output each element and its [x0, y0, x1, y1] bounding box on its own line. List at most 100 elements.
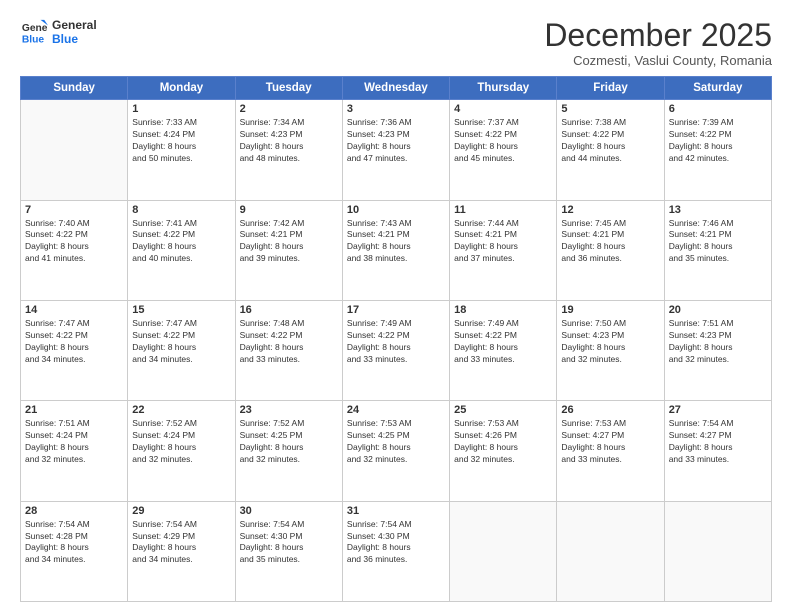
calendar-cell: 28Sunrise: 7:54 AM Sunset: 4:28 PM Dayli… — [21, 501, 128, 601]
calendar-cell: 14Sunrise: 7:47 AM Sunset: 4:22 PM Dayli… — [21, 300, 128, 400]
calendar-cell: 24Sunrise: 7:53 AM Sunset: 4:25 PM Dayli… — [342, 401, 449, 501]
day-info: Sunrise: 7:51 AM Sunset: 4:24 PM Dayligh… — [25, 418, 123, 466]
day-info: Sunrise: 7:52 AM Sunset: 4:25 PM Dayligh… — [240, 418, 338, 466]
calendar-cell: 13 Sunrise: 7:46 AM Sunset: 4:21 PM Dayli… — [664, 200, 771, 300]
calendar-cell: 15Sunrise: 7:47 AM Sunset: 4:22 PM Dayli… — [128, 300, 235, 400]
header-thursday: Thursday — [450, 77, 557, 100]
day-info: Sunrise: 7:33 AM Sunset: 4:24 PM Dayligh… — [132, 117, 230, 165]
calendar-cell: 21Sunrise: 7:51 AM Sunset: 4:24 PM Dayli… — [21, 401, 128, 501]
calendar-cell: 10 Sunrise: 7:43 AM Sunset: 4:21 PM Dayli… — [342, 200, 449, 300]
day-info: Sunrise: 7:39 AM Sunset: 4:22 PM Dayligh… — [669, 117, 767, 165]
calendar-cell: 9Sunrise: 7:42 AM Sunset: 4:21 PM Daylig… — [235, 200, 342, 300]
day-number: 19 — [561, 304, 659, 316]
svg-text:Blue: Blue — [22, 35, 45, 46]
day-info: Sunrise: 7:51 AM Sunset: 4:23 PM Dayligh… — [669, 318, 767, 366]
day-number: 3 — [347, 103, 445, 115]
day-info: Sunrise: 7:53 AM Sunset: 4:27 PM Dayligh… — [561, 418, 659, 466]
day-number: 20 — [669, 304, 767, 316]
day-number: 8 — [132, 204, 230, 216]
day-info: Sunrise: 7:44 AM Sunset: 4:21 PM Dayligh… — [454, 218, 552, 266]
calendar-cell: 17 Sunrise: 7:49 AM Sunset: 4:22 PM Dayli… — [342, 300, 449, 400]
week-row-4: 21Sunrise: 7:51 AM Sunset: 4:24 PM Dayli… — [21, 401, 772, 501]
day-info: Sunrise: 7:45 AM Sunset: 4:21 PM Dayligh… — [561, 218, 659, 266]
calendar-cell: 16 Sunrise: 7:48 AM Sunset: 4:22 PM Dayli… — [235, 300, 342, 400]
day-info: Sunrise: 7:49 AM Sunset: 4:22 PM Dayligh… — [454, 318, 552, 366]
day-number: 13 — [669, 204, 767, 216]
day-number: 22 — [132, 404, 230, 416]
calendar-cell: 26 Sunrise: 7:53 AM Sunset: 4:27 PM Dayli… — [557, 401, 664, 501]
calendar-cell — [664, 501, 771, 601]
month-title: December 2025 — [544, 18, 772, 53]
calendar-cell: 12 Sunrise: 7:45 AM Sunset: 4:21 PM Dayli… — [557, 200, 664, 300]
calendar-cell: 30Sunrise: 7:54 AM Sunset: 4:30 PM Dayli… — [235, 501, 342, 601]
calendar-header-row: SundayMondayTuesdayWednesdayThursdayFrid… — [21, 77, 772, 100]
calendar-cell: 6Sunrise: 7:39 AM Sunset: 4:22 PM Daylig… — [664, 100, 771, 200]
calendar-cell: 18 Sunrise: 7:49 AM Sunset: 4:22 PM Dayli… — [450, 300, 557, 400]
day-info: Sunrise: 7:41 AM Sunset: 4:22 PM Dayligh… — [132, 218, 230, 266]
calendar-cell: 23 Sunrise: 7:52 AM Sunset: 4:25 PM Dayli… — [235, 401, 342, 501]
calendar-cell: 19 Sunrise: 7:50 AM Sunset: 4:23 PM Dayli… — [557, 300, 664, 400]
day-number: 31 — [347, 505, 445, 517]
calendar-cell: 27Sunrise: 7:54 AM Sunset: 4:27 PM Dayli… — [664, 401, 771, 501]
day-info: Sunrise: 7:40 AM Sunset: 4:22 PM Dayligh… — [25, 218, 123, 266]
day-number: 10 — [347, 204, 445, 216]
page: General Blue General Blue December 2025 … — [0, 0, 792, 612]
day-number: 18 — [454, 304, 552, 316]
header-monday: Monday — [128, 77, 235, 100]
header-saturday: Saturday — [664, 77, 771, 100]
logo-line1: General — [52, 18, 97, 32]
header-friday: Friday — [557, 77, 664, 100]
calendar-cell: 20 Sunrise: 7:51 AM Sunset: 4:23 PM Dayli… — [664, 300, 771, 400]
subtitle: Cozmesti, Vaslui County, Romania — [544, 53, 772, 68]
calendar-cell: 25Sunrise: 7:53 AM Sunset: 4:26 PM Dayli… — [450, 401, 557, 501]
day-number: 11 — [454, 204, 552, 216]
calendar-table: SundayMondayTuesdayWednesdayThursdayFrid… — [20, 76, 772, 602]
calendar-cell: 1Sunrise: 7:33 AM Sunset: 4:24 PM Daylig… — [128, 100, 235, 200]
day-info: Sunrise: 7:34 AM Sunset: 4:23 PM Dayligh… — [240, 117, 338, 165]
day-info: Sunrise: 7:49 AM Sunset: 4:22 PM Dayligh… — [347, 318, 445, 366]
day-number: 27 — [669, 404, 767, 416]
calendar-cell: 11 Sunrise: 7:44 AM Sunset: 4:21 PM Dayli… — [450, 200, 557, 300]
calendar-cell: 5 Sunrise: 7:38 AM Sunset: 4:22 PM Daylig… — [557, 100, 664, 200]
day-number: 24 — [347, 404, 445, 416]
calendar-cell — [557, 501, 664, 601]
day-number: 23 — [240, 404, 338, 416]
header-sunday: Sunday — [21, 77, 128, 100]
day-number: 26 — [561, 404, 659, 416]
header: General Blue General Blue December 2025 … — [20, 18, 772, 68]
day-info: Sunrise: 7:54 AM Sunset: 4:29 PM Dayligh… — [132, 519, 230, 567]
day-number: 17 — [347, 304, 445, 316]
day-info: Sunrise: 7:46 AM Sunset: 4:21 PM Dayligh… — [669, 218, 767, 266]
day-info: Sunrise: 7:36 AM Sunset: 4:23 PM Dayligh… — [347, 117, 445, 165]
day-number: 28 — [25, 505, 123, 517]
calendar-cell: 7 Sunrise: 7:40 AM Sunset: 4:22 PM Daylig… — [21, 200, 128, 300]
calendar-cell: 2Sunrise: 7:34 AM Sunset: 4:23 PM Daylig… — [235, 100, 342, 200]
week-row-5: 28Sunrise: 7:54 AM Sunset: 4:28 PM Dayli… — [21, 501, 772, 601]
week-row-2: 7 Sunrise: 7:40 AM Sunset: 4:22 PM Daylig… — [21, 200, 772, 300]
header-wednesday: Wednesday — [342, 77, 449, 100]
day-number: 5 — [561, 103, 659, 115]
day-info: Sunrise: 7:43 AM Sunset: 4:21 PM Dayligh… — [347, 218, 445, 266]
calendar-cell: 4Sunrise: 7:37 AM Sunset: 4:22 PM Daylig… — [450, 100, 557, 200]
svg-text:General: General — [22, 23, 48, 34]
calendar-cell — [450, 501, 557, 601]
day-number: 29 — [132, 505, 230, 517]
logo-icon: General Blue — [20, 18, 48, 46]
calendar-cell — [21, 100, 128, 200]
logo: General Blue General Blue — [20, 18, 97, 47]
day-number: 16 — [240, 304, 338, 316]
week-row-1: 1Sunrise: 7:33 AM Sunset: 4:24 PM Daylig… — [21, 100, 772, 200]
day-info: Sunrise: 7:48 AM Sunset: 4:22 PM Dayligh… — [240, 318, 338, 366]
day-info: Sunrise: 7:47 AM Sunset: 4:22 PM Dayligh… — [132, 318, 230, 366]
calendar-cell: 22Sunrise: 7:52 AM Sunset: 4:24 PM Dayli… — [128, 401, 235, 501]
day-number: 30 — [240, 505, 338, 517]
day-number: 25 — [454, 404, 552, 416]
day-number: 12 — [561, 204, 659, 216]
day-info: Sunrise: 7:50 AM Sunset: 4:23 PM Dayligh… — [561, 318, 659, 366]
day-info: Sunrise: 7:38 AM Sunset: 4:22 PM Dayligh… — [561, 117, 659, 165]
day-number: 7 — [25, 204, 123, 216]
calendar-cell: 31Sunrise: 7:54 AM Sunset: 4:30 PM Dayli… — [342, 501, 449, 601]
week-row-3: 14Sunrise: 7:47 AM Sunset: 4:22 PM Dayli… — [21, 300, 772, 400]
day-info: Sunrise: 7:37 AM Sunset: 4:22 PM Dayligh… — [454, 117, 552, 165]
day-number: 9 — [240, 204, 338, 216]
